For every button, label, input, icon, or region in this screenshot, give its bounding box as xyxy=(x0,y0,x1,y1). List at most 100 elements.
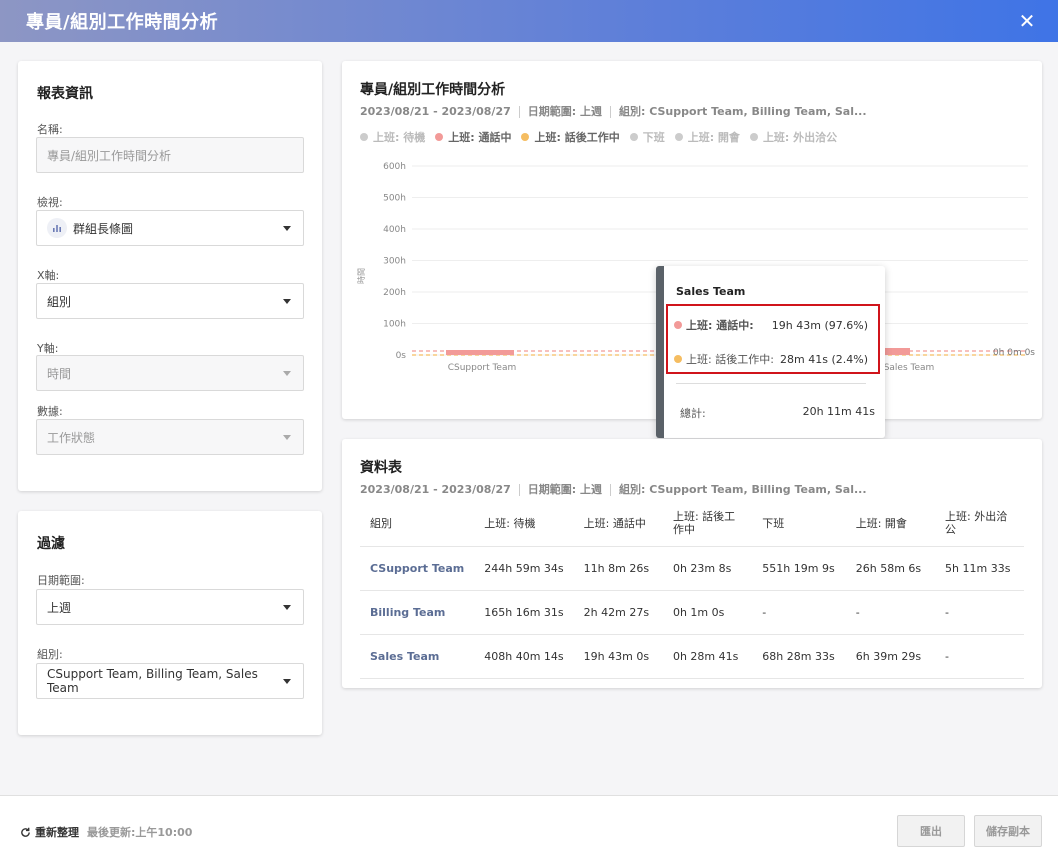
legend-dot xyxy=(674,133,683,141)
data-label: 數據: xyxy=(37,405,63,418)
group-select[interactable]: CSupport Team, Billing Team, Sales Team xyxy=(36,663,304,699)
bar-sales[interactable] xyxy=(882,348,910,355)
table-cell: - xyxy=(752,589,846,634)
table-cell[interactable]: Sales Team xyxy=(360,633,475,679)
column-header[interactable]: 上班: 通話中 xyxy=(574,501,663,546)
name-value: 專員/組別工作時間分析 xyxy=(47,148,172,163)
chevron-down-icon xyxy=(283,605,291,610)
legend-label: 上班: 通話中 xyxy=(448,131,512,144)
tooltip-row-label: 上班: 話後工作中: xyxy=(686,353,774,366)
chevron-down-icon xyxy=(283,226,291,231)
legend-item[interactable]: 上班: 通話中 xyxy=(435,129,511,145)
table-cell: 0h 28m 41s xyxy=(662,633,753,679)
refresh-icon xyxy=(21,827,30,837)
view-select[interactable]: 群組長條圖 xyxy=(36,210,304,246)
tooltip-title: Sales Team xyxy=(676,285,746,298)
table-card: 資料表 2023/08/21 - 2023/08/27 日期範圍: 上週 組別: C… xyxy=(342,439,1042,688)
refresh-label: 重新整理 xyxy=(35,826,79,839)
chevron-down-icon xyxy=(283,371,291,376)
legend-label: 下班 xyxy=(642,131,665,144)
chart-date: 2023/08/21 - 2023/08/27 xyxy=(360,105,511,118)
chevron-down-icon xyxy=(283,435,291,440)
table-cell: 11h 8m 26s xyxy=(573,545,663,590)
legend-item[interactable]: 上班: 待機 xyxy=(360,129,425,145)
chart-legend: 上班: 待機 上班: 通話中 上班: 話後工作中 下班 上班: 開會 上班: 外… xyxy=(360,129,847,145)
column-header[interactable]: 上班: 開會 xyxy=(846,501,935,546)
column-header[interactable]: 上班: 待機 xyxy=(474,501,573,546)
y-axis-title: 時間 xyxy=(357,268,366,284)
export-button[interactable]: 匯出 xyxy=(897,815,965,847)
table-cell: 2h 42m 27s xyxy=(573,589,663,634)
view-value: 群組長條圖 xyxy=(73,221,134,236)
report-info-card: 報表資訊 名稱: 專員/組別工作時間分析 檢視: 群組長條圖 X軸: 組別 Y軸… xyxy=(18,61,322,491)
date-range-value: 上週 xyxy=(47,600,72,615)
table-cell: 68h 28m 33s xyxy=(752,633,846,679)
table-cell: 244h 59m 34s xyxy=(474,545,574,590)
last-updated: 最後更新:上午10:00 xyxy=(87,826,193,839)
legend-label: 上班: 待機 xyxy=(373,131,426,144)
y-axis-select[interactable]: 時間 xyxy=(36,355,304,391)
filter-title: 過濾 xyxy=(37,536,65,552)
name-input[interactable]: 專員/組別工作時間分析 xyxy=(36,137,304,173)
legend-label: 上班: 外出洽公 xyxy=(762,131,838,144)
y-tick-label: 500h xyxy=(383,194,406,204)
table-cell[interactable]: Billing Team xyxy=(360,589,475,634)
legend-item[interactable]: 上班: 開會 xyxy=(674,129,740,145)
legend-dot xyxy=(521,133,530,141)
table-meta: 2023/08/21 - 2023/08/27 日期範圍: 上週 組別: CSupp… xyxy=(360,481,867,497)
y-axis-value: 時間 xyxy=(47,366,72,381)
y-axis-label: Y軸: xyxy=(37,342,59,355)
close-icon[interactable]: ✕ xyxy=(1014,8,1040,34)
refresh-button[interactable]: 重新整理 最後更新:上午10:00 xyxy=(20,824,192,840)
legend-item[interactable]: 下班 xyxy=(629,129,665,145)
column-header[interactable]: 上班: 外出洽公 xyxy=(935,501,1024,546)
x-axis-label: X軸: xyxy=(37,269,60,282)
table-cell[interactable]: CSupport Team xyxy=(360,545,475,590)
legend-dot xyxy=(749,133,758,141)
end-value-label: 0h 0m 0s xyxy=(993,348,1035,358)
chart-title: 專員/組別工作時間分析 xyxy=(360,82,506,98)
tooltip-row: 上班: 通話中: 19h 43m (97.6%) xyxy=(674,317,868,333)
table-cell: - xyxy=(845,589,936,634)
data-table: 組別 上班: 待機 上班: 通話中 上班: 話後工作中 下班 上班: 開會 上班… xyxy=(360,501,1024,679)
tooltip-row: 上班: 話後工作中: 28m 41s (2.4%) xyxy=(674,351,868,367)
table-cell: - xyxy=(935,633,1024,679)
series-dot xyxy=(674,321,682,329)
legend-label: 上班: 話後工作中 xyxy=(534,131,620,144)
date-range-label: 日期範圍: xyxy=(37,574,85,587)
date-range-select[interactable]: 上週 xyxy=(36,589,304,625)
table-row: Billing Team 165h 16m 31s 2h 42m 27s 0h … xyxy=(360,589,1024,634)
x-axis-select[interactable]: 組別 xyxy=(36,283,304,319)
chart-tooltip: Sales Team 上班: 通話中: 19h 43m (97.6%) 上班: … xyxy=(656,266,885,438)
column-header[interactable]: 組別 xyxy=(360,501,474,546)
x-tick-label: Sales Team xyxy=(884,363,935,373)
data-select[interactable]: 工作狀態 xyxy=(36,419,304,455)
table-row: CSupport Team 244h 59m 34s 11h 8m 26s 0h… xyxy=(360,545,1024,590)
table-cell: 0h 23m 8s xyxy=(662,545,753,590)
table-date: 2023/08/21 - 2023/08/27 xyxy=(360,483,511,496)
tooltip-total-label: 總計: xyxy=(680,407,706,420)
save-copy-button[interactable]: 儲存副本 xyxy=(974,815,1042,847)
column-header[interactable]: 上班: 話後工作中 xyxy=(663,501,752,546)
series-dot xyxy=(674,355,682,363)
y-tick-label: 600h xyxy=(383,162,406,172)
legend-item[interactable]: 上班: 外出洽公 xyxy=(749,129,838,145)
legend-dot xyxy=(435,133,444,141)
report-info-title: 報表資訊 xyxy=(37,86,93,102)
view-label: 檢視: xyxy=(37,196,63,209)
table-groups: 組別: CSupport Team, Billing Team, Sal... xyxy=(619,483,867,496)
y-tick-label: 300h xyxy=(383,257,406,267)
legend-item[interactable]: 上班: 話後工作中 xyxy=(521,129,620,145)
y-tick-label: 400h xyxy=(383,225,406,235)
table-cell: 408h 40m 14s xyxy=(474,633,574,679)
table-cell: 551h 19m 9s xyxy=(752,545,846,590)
group-value: CSupport Team, Billing Team, Sales Team xyxy=(47,667,258,695)
column-header[interactable]: 下班 xyxy=(752,501,845,546)
legend-dot xyxy=(360,133,368,141)
bar-csupport[interactable] xyxy=(446,350,514,355)
dialog-header: 專員/組別工作時間分析 ✕ xyxy=(0,0,1058,42)
y-tick-label: 200h xyxy=(383,288,406,298)
tooltip-divider xyxy=(676,383,866,384)
table-cell: 26h 58m 6s xyxy=(845,545,936,590)
x-tick-label: CSupport Team xyxy=(448,363,517,373)
